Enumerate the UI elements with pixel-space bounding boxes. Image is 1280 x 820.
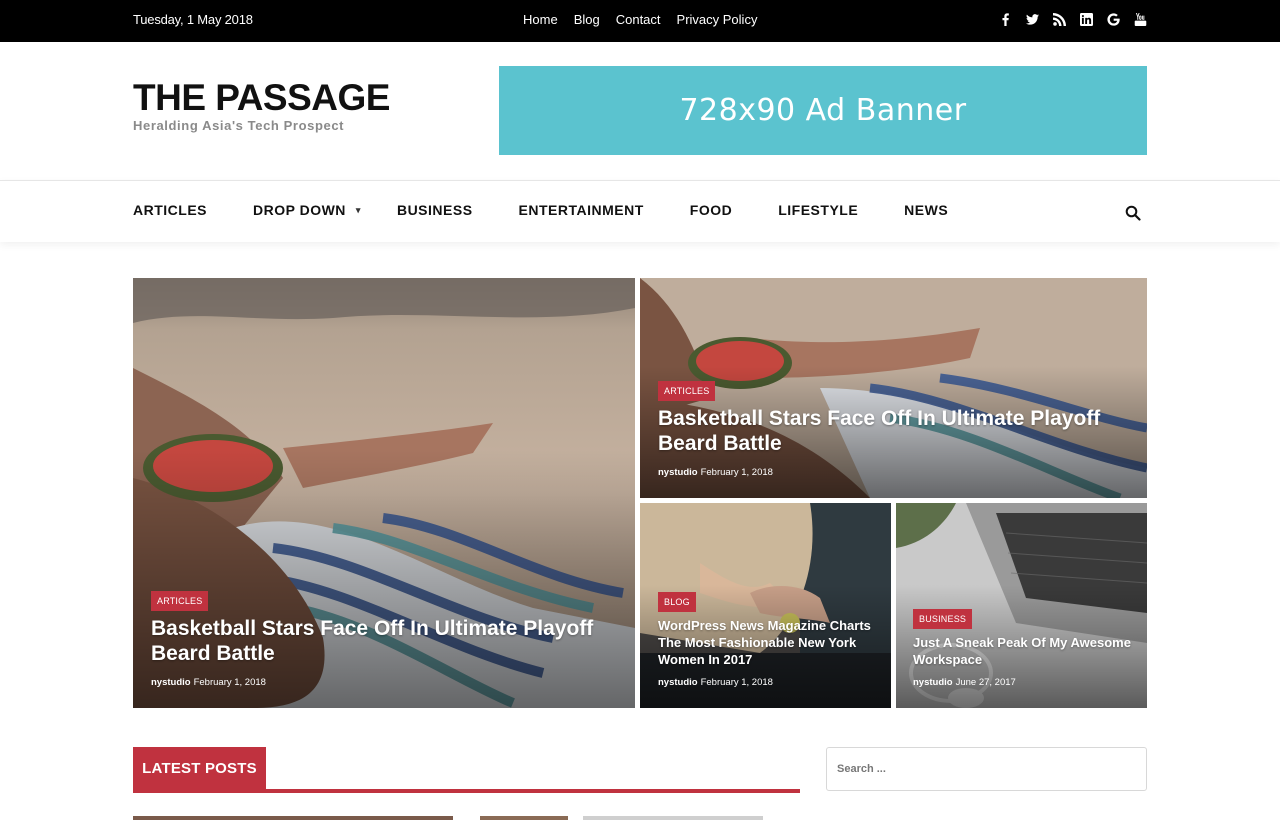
top-nav-contact[interactable]: Contact [616, 12, 661, 27]
post-date: June 27, 2017 [955, 677, 1016, 688]
facebook-icon[interactable] [999, 10, 1012, 28]
main-menu: ARTICLES DROP DOWN ▾ BUSINESS ENTERTAINME… [133, 202, 994, 218]
post-title[interactable]: Basketball Stars Face Off In Ultimate Pl… [151, 616, 621, 666]
menu-item-news[interactable]: NEWS [904, 202, 948, 218]
linkedin-icon[interactable] [1080, 10, 1093, 28]
rss-icon[interactable] [1053, 10, 1066, 28]
image-overlay [640, 278, 1147, 498]
site-logo[interactable]: THE PASSAGE [133, 78, 390, 118]
main-navigation: ARTICLES DROP DOWN ▾ BUSINESS ENTERTAINME… [0, 180, 1280, 242]
menu-item-label: FOOD [689, 202, 733, 218]
top-nav-privacy-policy[interactable]: Privacy Policy [677, 12, 758, 27]
sidebar-search-input[interactable] [826, 747, 1147, 791]
post-meta: nystudio February 1, 2018 [658, 677, 773, 688]
post-thumbnail[interactable] [480, 816, 568, 820]
menu-item-articles[interactable]: ARTICLES [133, 202, 207, 218]
menu-item-label: DROP DOWN [253, 202, 346, 218]
post-author[interactable]: nystudio [913, 677, 953, 688]
section-divider [133, 789, 800, 793]
featured-post-bottom-right[interactable]: BUSINESS Just A Sneak Peak Of My Awesome… [896, 503, 1147, 708]
post-date: February 1, 2018 [700, 677, 773, 688]
post-title-preview[interactable] [583, 816, 763, 820]
social-links [999, 10, 1147, 28]
category-badge[interactable]: BLOG [658, 592, 696, 612]
post-title[interactable]: Just A Sneak Peak Of My Awesome Workspac… [913, 634, 1138, 668]
menu-item-label: ARTICLES [133, 202, 207, 218]
menu-item-label: BUSINESS [396, 202, 473, 218]
post-author[interactable]: nystudio [658, 677, 698, 688]
featured-post-large[interactable]: ARTICLES Basketball Stars Face Off In Ul… [133, 278, 635, 708]
ad-banner[interactable]: 728x90 Ad Banner [499, 66, 1147, 155]
top-nav-home[interactable]: Home [523, 12, 558, 27]
featured-post-bottom-left[interactable]: BLOG WordPress News Magazine Charts The … [640, 503, 891, 708]
youtube-icon[interactable] [1134, 10, 1147, 28]
post-date: February 1, 2018 [700, 467, 773, 478]
post-meta: nystudio February 1, 2018 [658, 467, 773, 478]
category-badge[interactable]: ARTICLES [658, 381, 716, 401]
site-tagline: Heralding Asia's Tech Prospect [133, 118, 345, 133]
category-badge[interactable]: ARTICLES [151, 591, 209, 611]
top-bar: Tuesday, 1 May 2018 Home Blog Contact Pr… [0, 0, 1280, 42]
post-meta: nystudio June 27, 2017 [913, 677, 1016, 688]
post-author[interactable]: nystudio [658, 467, 698, 478]
menu-item-lifestyle[interactable]: LIFESTYLE [778, 202, 858, 218]
post-thumbnail[interactable] [133, 816, 453, 820]
post-author[interactable]: nystudio [151, 677, 191, 688]
post-meta: nystudio February 1, 2018 [151, 677, 266, 688]
menu-item-food[interactable]: FOOD [690, 202, 732, 218]
top-nav-blog[interactable]: Blog [574, 12, 600, 27]
twitter-icon[interactable] [1026, 10, 1039, 28]
top-nav: Home Blog Contact Privacy Policy [523, 12, 757, 27]
current-date: Tuesday, 1 May 2018 [133, 12, 253, 27]
post-title[interactable]: WordPress News Magazine Charts The Most … [658, 617, 883, 668]
menu-item-business[interactable]: BUSINESS [397, 202, 473, 218]
category-badge[interactable]: BUSINESS [913, 609, 973, 629]
menu-item-entertainment[interactable]: ENTERTAINMENT [519, 202, 644, 218]
menu-item-drop-down[interactable]: DROP DOWN ▾ [253, 202, 361, 218]
google-icon[interactable] [1107, 10, 1120, 28]
latest-posts-heading: LATEST POSTS [133, 747, 266, 789]
search-icon[interactable] [1125, 205, 1141, 221]
post-date: February 1, 2018 [193, 677, 266, 688]
post-title[interactable]: Basketball Stars Face Off In Ultimate Pl… [658, 406, 1138, 456]
menu-item-label: LIFESTYLE [778, 202, 859, 218]
menu-item-label: NEWS [904, 202, 949, 218]
menu-item-label: ENTERTAINMENT [518, 202, 644, 218]
featured-post-top-right[interactable]: ARTICLES Basketball Stars Face Off In Ul… [640, 278, 1147, 498]
chevron-down-icon: ▾ [355, 204, 361, 215]
